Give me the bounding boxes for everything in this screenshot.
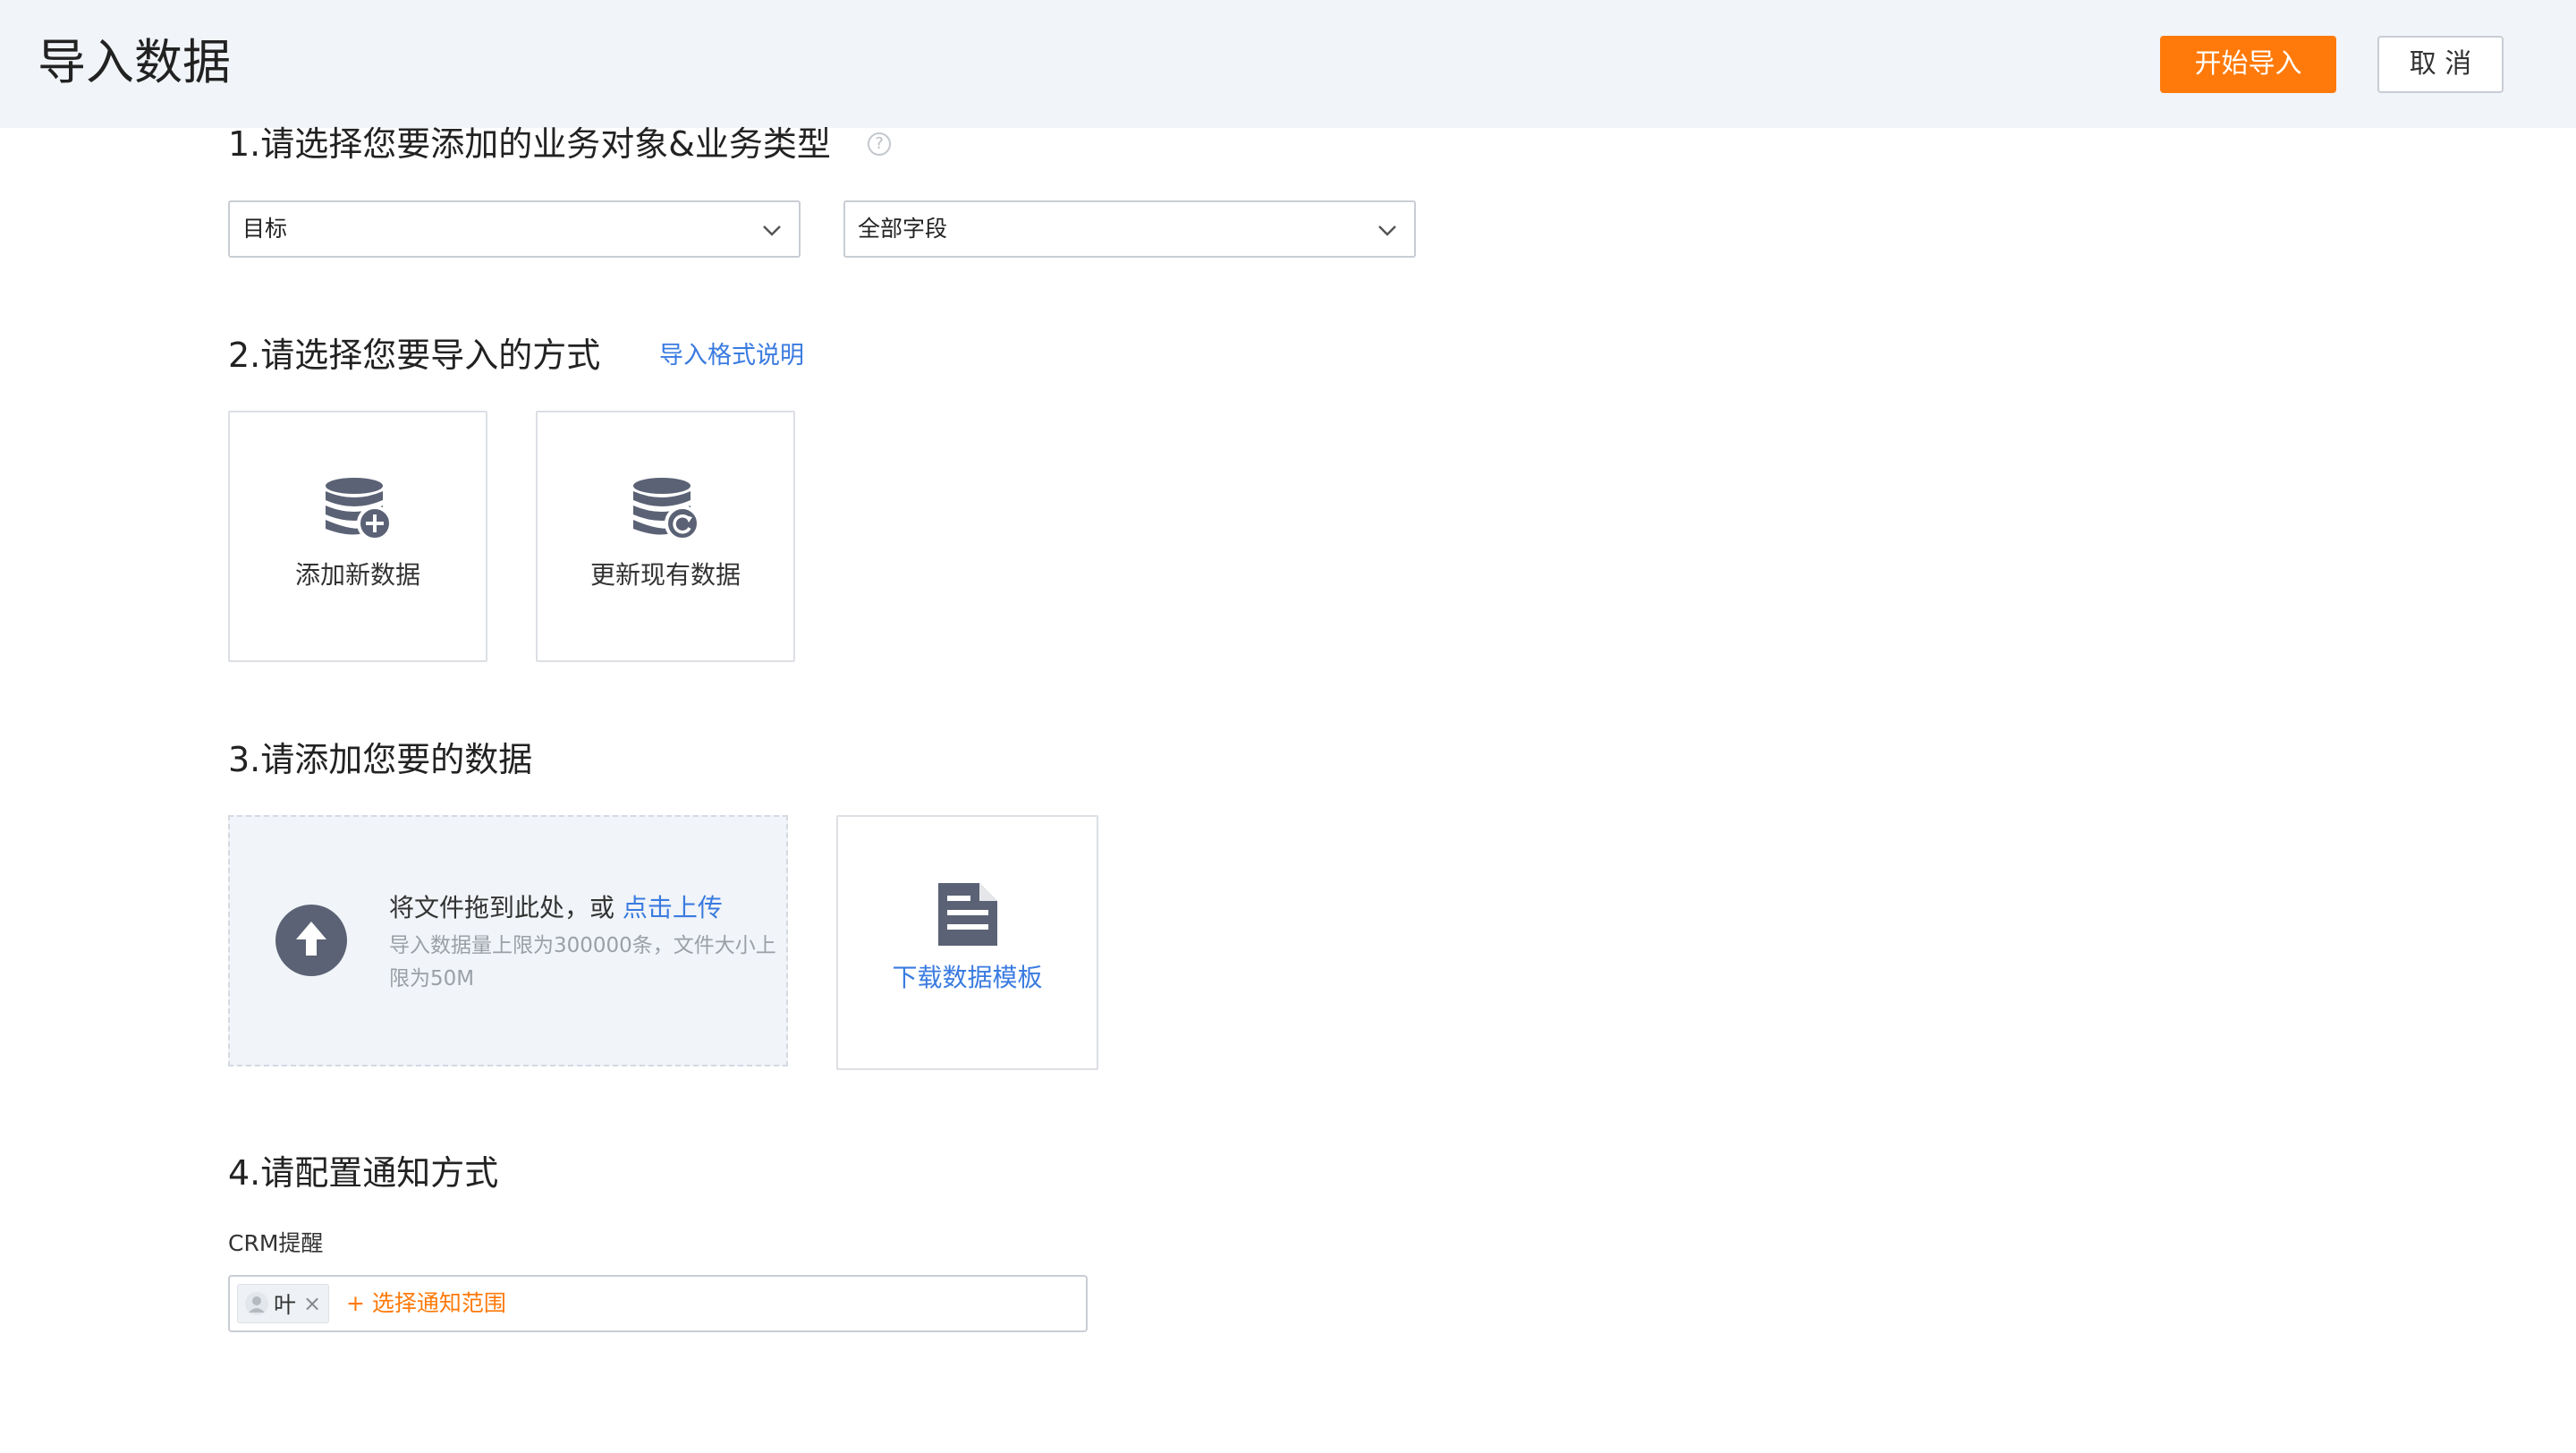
- document-icon: [938, 883, 997, 946]
- step4-title: 4.请配置通知方式: [228, 1153, 499, 1193]
- type-select[interactable]: 全部字段: [843, 200, 1416, 258]
- header-bar: 导入数据 开始导入 取 消: [0, 0, 2576, 128]
- avatar-icon: [245, 1292, 268, 1315]
- step1-title: 1.请选择您要添加的业务对象&业务类型: [228, 124, 831, 164]
- recipient-tag: 叶 ×: [237, 1284, 330, 1323]
- update-existing-data-option[interactable]: 更新现有数据: [536, 411, 795, 662]
- chevron-down-icon: [763, 225, 781, 236]
- object-select[interactable]: 目标: [228, 200, 801, 258]
- import-format-link[interactable]: 导入格式说明: [659, 340, 804, 372]
- step2-title: 2.请选择您要导入的方式: [228, 336, 601, 375]
- crm-reminder-label: CRM提醒: [228, 1230, 324, 1256]
- download-template-card[interactable]: 下载数据模板: [836, 815, 1098, 1070]
- download-template-label: 下载数据模板: [892, 963, 1043, 992]
- step3-title: 3.请添加您要的数据: [228, 740, 533, 779]
- question-circle-icon[interactable]: ?: [868, 132, 891, 156]
- database-add-icon: [326, 478, 393, 541]
- cancel-button[interactable]: 取 消: [2377, 36, 2504, 93]
- recipient-name: 叶: [274, 1292, 297, 1318]
- notification-scope-field[interactable]: 叶 × + 选择通知范围: [228, 1275, 1088, 1332]
- add-new-data-label: 添加新数据: [294, 560, 420, 590]
- upload-hint: 导入数据量上限为300000条，文件大小上限为50M: [389, 934, 776, 990]
- click-upload-link[interactable]: 点击上传: [623, 893, 723, 922]
- type-select-value: 全部字段: [858, 216, 948, 242]
- add-notification-scope-button[interactable]: + 选择通知范围: [346, 1277, 506, 1330]
- upload-dropzone[interactable]: 将文件拖到此处，或 点击上传 导入数据量上限为300000条，文件大小上限为50…: [228, 815, 788, 1066]
- add-new-data-option[interactable]: 添加新数据: [228, 411, 487, 662]
- upload-arrow-icon: [275, 905, 347, 976]
- database-refresh-icon: [633, 478, 700, 541]
- upload-prompt-text: 将文件拖到此处，或: [389, 893, 623, 922]
- close-icon[interactable]: ×: [303, 1291, 321, 1316]
- start-import-button[interactable]: 开始导入: [2160, 36, 2336, 93]
- object-select-value: 目标: [242, 216, 288, 242]
- upload-prompt: 将文件拖到此处，或 点击上传: [389, 890, 723, 926]
- chevron-down-icon: [1378, 225, 1396, 236]
- update-existing-data-label: 更新现有数据: [589, 560, 741, 590]
- page-title: 导入数据: [38, 34, 231, 90]
